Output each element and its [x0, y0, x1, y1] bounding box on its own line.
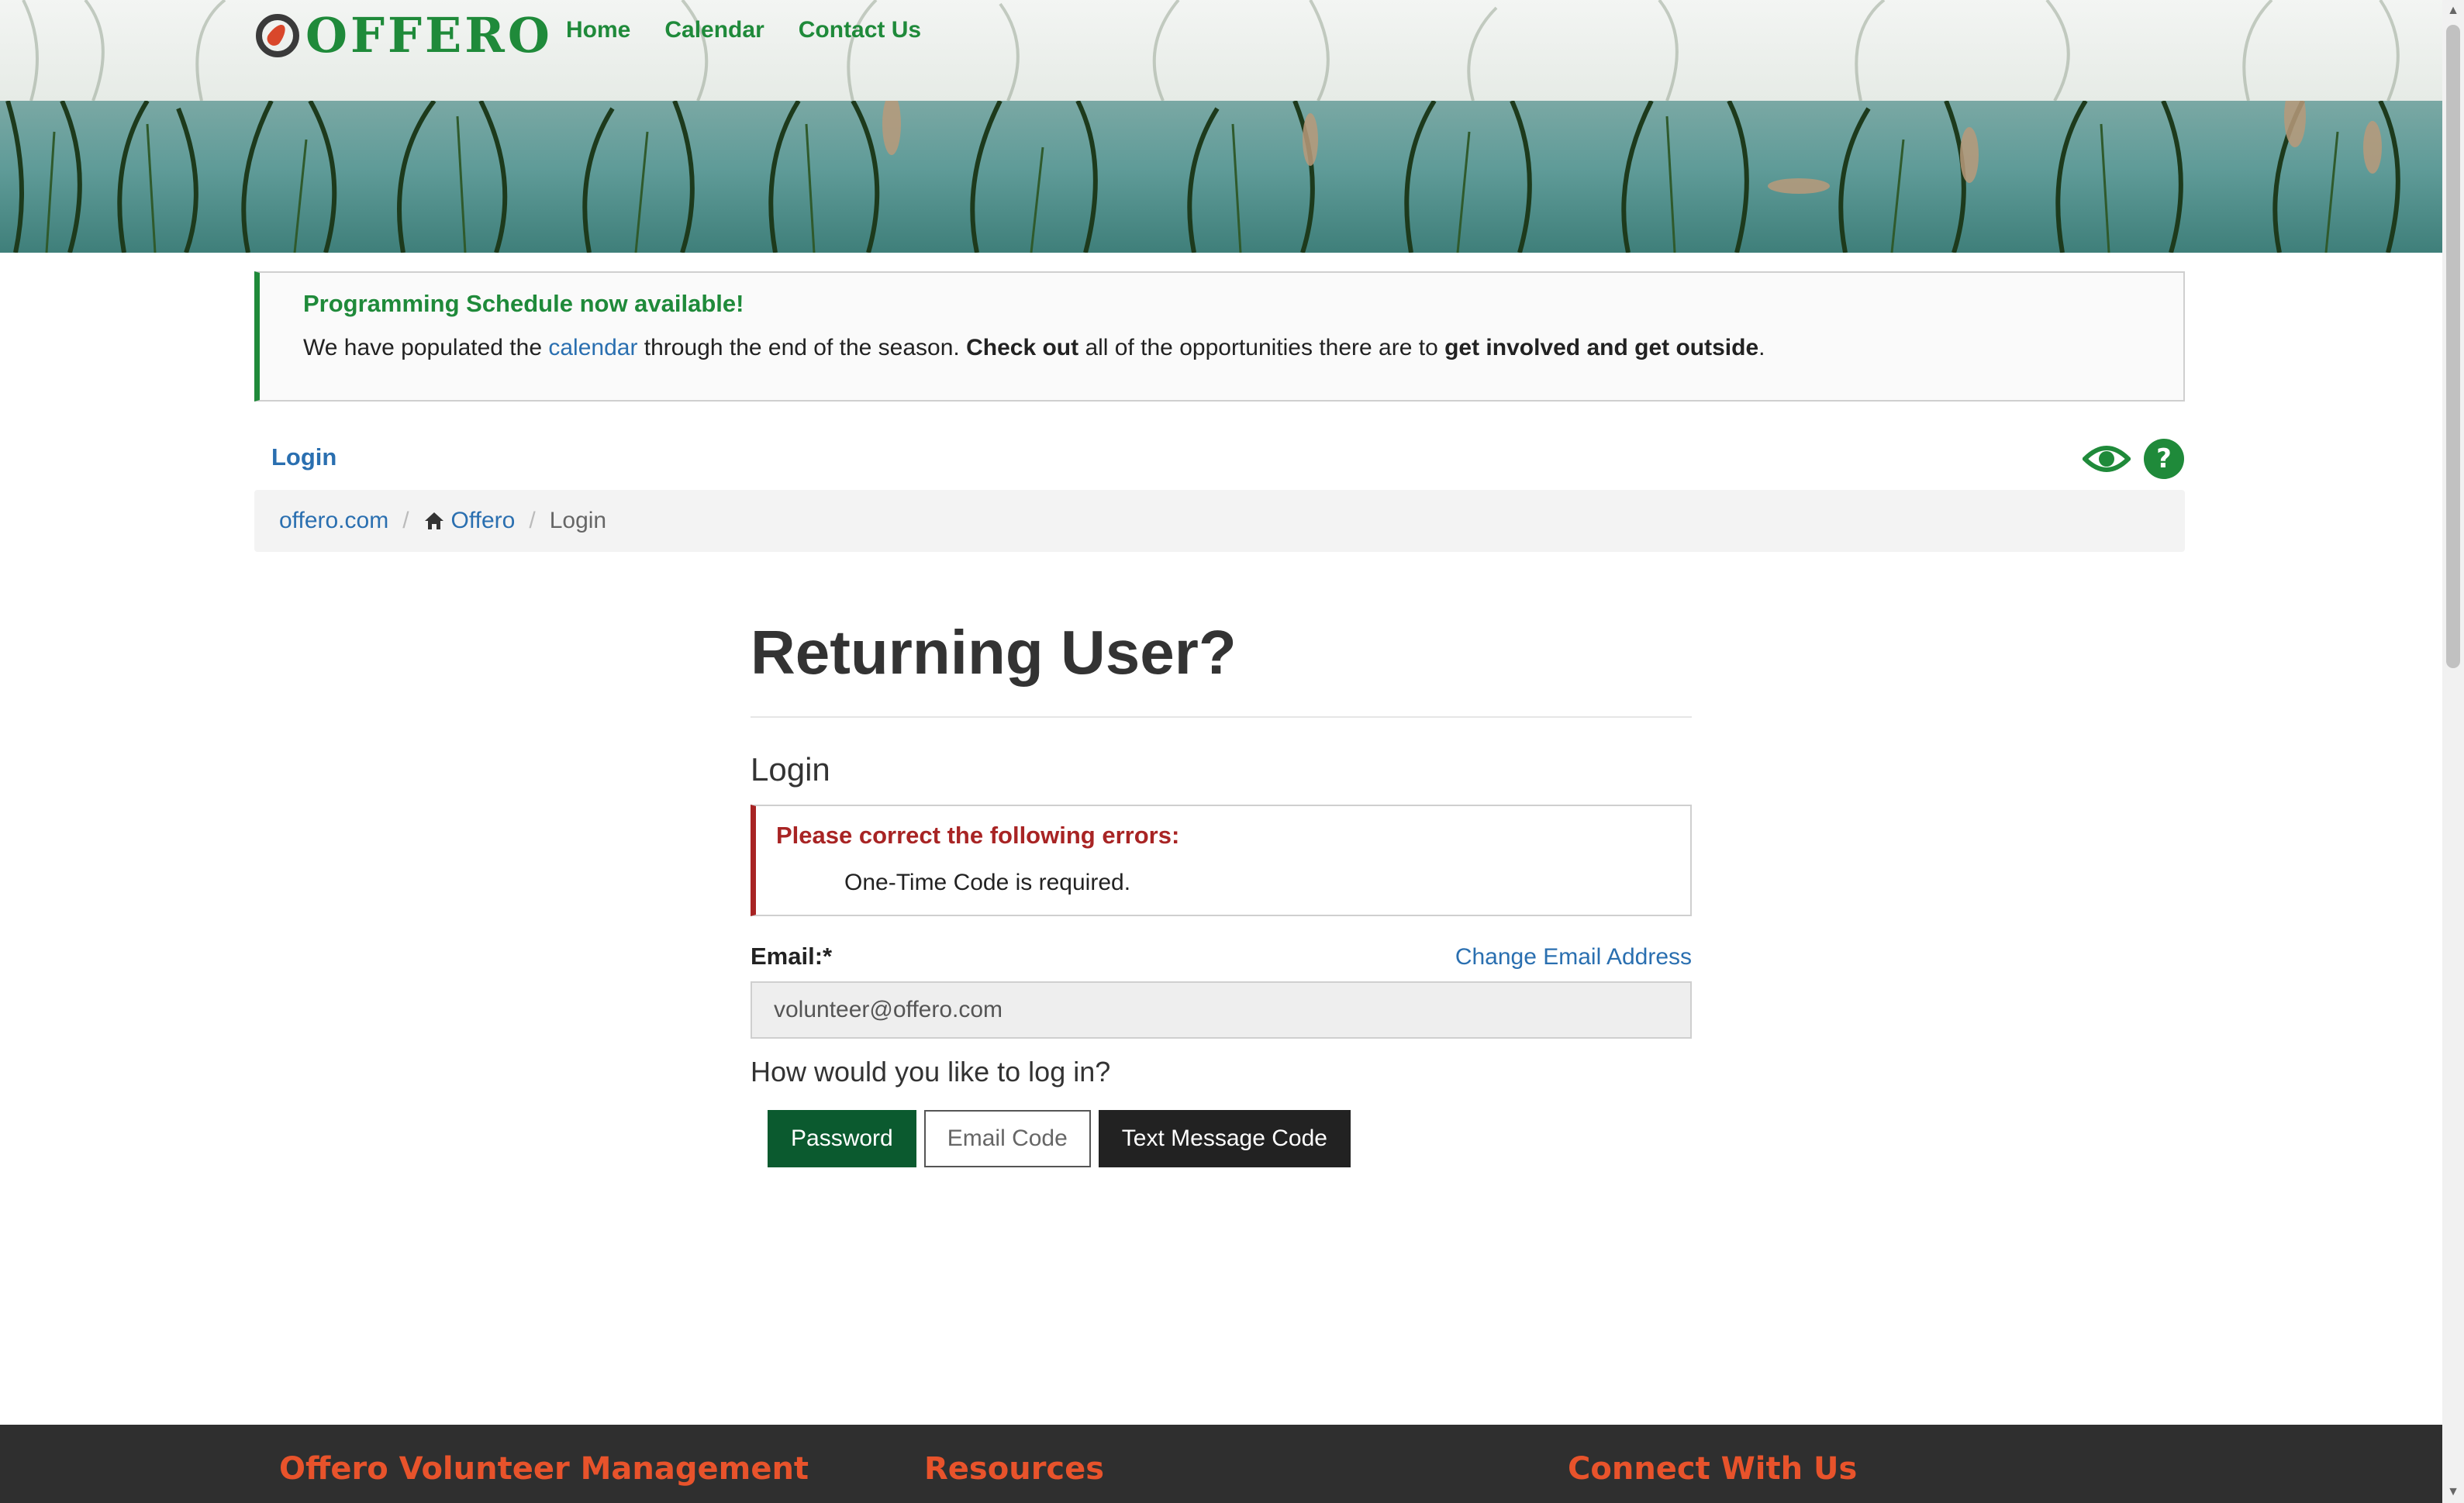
help-icon[interactable]: ?	[2143, 438, 2185, 480]
divider	[751, 716, 1692, 718]
breadcrumb-separator: /	[529, 508, 536, 533]
grass-banner-graphic	[5, 101, 2400, 253]
breadcrumb: offero.com / Offero / Login	[254, 490, 2185, 552]
announcement-title: Programming Schedule now available!	[303, 290, 744, 317]
compass-logo-icon	[256, 14, 299, 57]
footer: Offero Volunteer Management Resources Co…	[0, 1425, 2442, 1503]
returning-user-heading: Returning User?	[751, 618, 1237, 687]
email-code-button[interactable]: Email Code	[923, 1110, 1091, 1167]
breadcrumb-home-link[interactable]: Offero	[451, 508, 516, 534]
breadcrumb-separator: /	[402, 508, 409, 533]
change-email-link[interactable]: Change Email Address	[1455, 944, 1692, 970]
eye-icon[interactable]	[2083, 442, 2131, 476]
login-subheading: Login	[751, 751, 830, 788]
nav-calendar-link[interactable]: Calendar	[664, 17, 764, 43]
nav-home-link[interactable]: Home	[566, 17, 630, 43]
scroll-thumb[interactable]	[2446, 25, 2460, 668]
footer-heading-management: Offero Volunteer Management	[279, 1451, 809, 1487]
text-message-code-button[interactable]: Text Message Code	[1098, 1110, 1351, 1167]
email-label: Email:*	[751, 943, 833, 970]
breadcrumb-current: Login	[549, 508, 607, 533]
main-nav: Home Calendar Contact Us	[566, 17, 921, 43]
announcement-bold-text: Check out	[966, 335, 1079, 360]
scroll-up-arrow-icon[interactable]: ▲	[2442, 0, 2464, 22]
error-title: Please correct the following errors:	[776, 822, 1180, 849]
announcement-text: .	[1758, 335, 1765, 360]
announcement-text: through the end of the season.	[637, 335, 967, 360]
login-panel: Returning User? Login Please correct the…	[751, 605, 1692, 1167]
error-item: One-Time Code is required.	[844, 870, 1131, 895]
svg-text:?: ?	[2156, 443, 2172, 474]
announcement-text: We have populated the	[303, 335, 549, 360]
page-tools: ?	[2083, 438, 2185, 480]
footer-heading-connect: Connect With Us	[1568, 1451, 1858, 1487]
email-field-row: Email:* Change Email Address	[751, 943, 1692, 970]
logo-text: OFFERO	[305, 7, 553, 64]
email-field[interactable]	[751, 981, 1692, 1039]
page-title: Login	[271, 443, 337, 471]
scroll-down-arrow-icon[interactable]: ▼	[2442, 1481, 2464, 1503]
footer-heading-resources: Resources	[924, 1451, 1105, 1487]
breadcrumb-site-link[interactable]: offero.com	[279, 508, 388, 534]
announcement-bold-text: get involved and get outside	[1444, 335, 1759, 360]
login-method-buttons: Password Email Code Text Message Code	[751, 1110, 1692, 1167]
page: OFFERO Home Calendar Contact Us Programm…	[0, 0, 2442, 1503]
password-button[interactable]: Password	[768, 1110, 916, 1167]
error-alert: Please correct the following errors: One…	[751, 805, 1692, 916]
announcement-box: Programming Schedule now available! We h…	[254, 271, 2185, 402]
login-method-question: How would you like to log in?	[751, 1056, 1111, 1088]
home-icon	[423, 511, 445, 531]
top-header: OFFERO Home Calendar Contact Us	[0, 0, 2442, 101]
announcement-body: We have populated the calendar through t…	[303, 335, 2140, 361]
calendar-link[interactable]: calendar	[548, 335, 637, 360]
header-banner-image	[0, 101, 2442, 253]
page-scrollbar[interactable]: ▲ ▼	[2442, 0, 2464, 1503]
announcement-text: all of the opportunities there are to	[1078, 335, 1445, 360]
nav-contact-link[interactable]: Contact Us	[799, 17, 921, 43]
offero-logo[interactable]: OFFERO	[256, 8, 553, 64]
